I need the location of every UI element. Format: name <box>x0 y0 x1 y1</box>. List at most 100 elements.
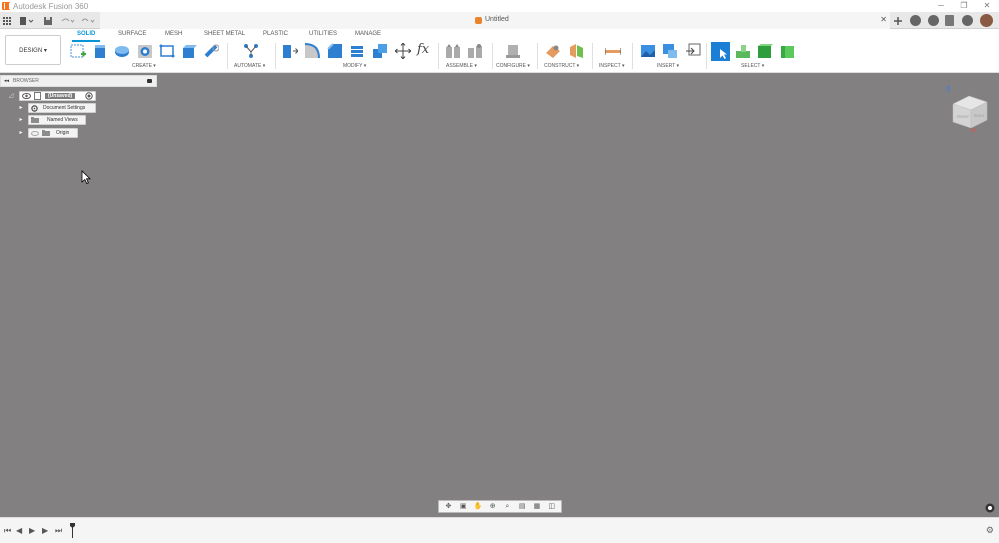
tree-item-origin[interactable]: Origin <box>28 128 78 138</box>
window-title: Autodesk Fusion 360 <box>13 1 89 11</box>
tab-sheet-metal[interactable]: SHEET METAL <box>204 31 245 37</box>
help-icon[interactable] <box>962 15 973 26</box>
minimize-button[interactable]: ─ <box>930 0 952 12</box>
step-back-icon[interactable]: ◀ <box>16 526 22 535</box>
save-icon[interactable] <box>42 14 53 27</box>
go-to-start-icon[interactable]: ⏮ <box>4 526 11 536</box>
timeline-marker[interactable] <box>70 523 75 538</box>
navigation-bar: ✥ ▣ ✋ ⊕ ⌕ ▤ ▦ ◫ <box>438 500 562 513</box>
hidden-eye-icon[interactable] <box>31 130 39 136</box>
expand-root-icon[interactable]: ◿ <box>8 93 14 99</box>
comments-icon[interactable] <box>985 503 995 513</box>
measure-icon[interactable] <box>605 43 621 59</box>
extensions-icon[interactable] <box>910 15 921 26</box>
new-component-icon[interactable] <box>445 43 461 59</box>
pan-icon[interactable]: ✋ <box>473 503 483 511</box>
tab-plastic[interactable]: PLASTIC <box>263 31 288 37</box>
box-icon[interactable] <box>181 43 197 59</box>
file-menu-icon[interactable] <box>18 14 36 27</box>
move-icon[interactable] <box>395 43 411 59</box>
combine-icon[interactable] <box>372 43 388 59</box>
press-pull-icon[interactable] <box>282 43 298 59</box>
workspace-switcher-button[interactable]: DESIGN ▾ <box>5 35 61 65</box>
extrude-icon[interactable] <box>92 43 108 59</box>
assemble-group-label[interactable]: ASSEMBLE ▾ <box>446 63 477 69</box>
expand-origin-icon[interactable]: ▸ <box>18 130 24 136</box>
sweep-icon[interactable] <box>137 43 153 59</box>
tab-utilities[interactable]: UTILITIES <box>309 31 337 37</box>
offset-plane-icon[interactable] <box>545 43 561 59</box>
fit-icon[interactable]: ⌕ <box>503 503 512 511</box>
automate-group-label[interactable]: AUTOMATE ▾ <box>234 63 265 69</box>
tab-solid[interactable]: SOLID <box>77 31 95 37</box>
tab-manage[interactable]: MANAGE <box>355 31 381 37</box>
select-priority-icon[interactable] <box>735 43 751 59</box>
construct-group-label[interactable]: CONSTRUCT ▾ <box>544 63 579 69</box>
tree-item-label: Named Views <box>47 117 78 123</box>
separator <box>227 43 228 69</box>
apps-grid-icon[interactable] <box>2 14 12 27</box>
tree-item-document-settings[interactable]: Document Settings <box>28 103 96 113</box>
close-tab-button[interactable]: ✕ <box>880 15 887 24</box>
parameters-icon[interactable]: fx <box>417 42 433 58</box>
tree-root[interactable]: (Unsaved) <box>19 91 96 101</box>
collapse-browser-button[interactable]: ◂◂ <box>4 78 9 84</box>
restore-button[interactable]: ❐ <box>953 0 975 12</box>
step-forward-icon[interactable]: ▶ <box>42 526 48 535</box>
create-sketch-icon[interactable] <box>70 43 86 59</box>
undo-icon[interactable] <box>59 14 76 27</box>
user-avatar[interactable] <box>980 14 993 27</box>
active-tab-indicator <box>72 40 100 42</box>
new-tab-icon[interactable] <box>893 14 903 27</box>
job-status-icon[interactable] <box>928 15 939 26</box>
shell-icon[interactable] <box>349 43 365 59</box>
go-to-end-icon[interactable]: ⏭ <box>55 526 62 536</box>
joint-icon[interactable] <box>467 43 483 59</box>
tree-item-named-views[interactable]: Named Views <box>28 115 86 125</box>
select-body-icon[interactable] <box>757 43 773 59</box>
select-icon[interactable] <box>711 42 730 61</box>
modify-group-label[interactable]: MODIFY ▾ <box>343 63 366 69</box>
zoom-icon[interactable]: ⊕ <box>488 503 497 511</box>
look-at-icon[interactable]: ▣ <box>459 503 468 511</box>
close-window-button[interactable]: ✕ <box>976 0 998 12</box>
visibility-eye-icon[interactable] <box>22 93 31 99</box>
expand-document-settings-icon[interactable]: ▸ <box>18 105 24 111</box>
timeline-settings-icon[interactable]: ⚙ <box>986 525 994 536</box>
play-icon[interactable]: ▶ <box>29 526 35 535</box>
loft-icon[interactable] <box>159 43 175 59</box>
insert-derive-icon[interactable] <box>685 43 701 59</box>
plane-at-angle-icon[interactable] <box>568 43 584 59</box>
viewcube[interactable]: Z FRONT RIGHT X <box>943 82 991 134</box>
automate-icon[interactable] <box>243 43 259 59</box>
select-face-icon[interactable] <box>780 43 796 59</box>
configure-icon[interactable] <box>505 43 521 59</box>
fillet-icon[interactable] <box>304 43 320 59</box>
display-settings-icon[interactable]: ▤ <box>518 503 527 511</box>
insert-canvas-icon[interactable] <box>640 43 656 59</box>
insert-decal-icon[interactable] <box>662 43 678 59</box>
create-group-label[interactable]: CREATE ▾ <box>132 63 156 69</box>
activate-radio-icon[interactable] <box>85 92 93 100</box>
viewport-canvas[interactable] <box>0 73 999 517</box>
tab-mesh[interactable]: MESH <box>165 31 182 37</box>
redo-icon[interactable] <box>79 14 96 27</box>
orbit-icon[interactable]: ✥ <box>444 503 453 511</box>
inspect-group-label[interactable]: INSPECT ▾ <box>599 63 624 69</box>
insert-group-label[interactable]: INSERT ▾ <box>657 63 679 69</box>
document-tab[interactable]: Untitled ✕ <box>100 12 890 29</box>
browser-title: BROWSER <box>13 78 39 84</box>
grid-settings-icon[interactable]: ▦ <box>532 503 541 511</box>
pin-icon[interactable] <box>147 79 152 83</box>
browser-header[interactable]: ◂◂ BROWSER <box>0 75 157 87</box>
configure-group-label[interactable]: CONFIGURE ▾ <box>496 63 530 69</box>
notifications-icon[interactable] <box>945 15 954 26</box>
tab-surface[interactable]: SURFACE <box>118 31 146 37</box>
chamfer-icon[interactable] <box>327 43 343 59</box>
cylinder-icon[interactable] <box>203 43 219 59</box>
expand-named-views-icon[interactable]: ▸ <box>18 117 24 123</box>
tree-item-label: Document Settings <box>43 105 86 111</box>
select-group-label[interactable]: SELECT ▾ <box>741 63 764 69</box>
revolve-icon[interactable] <box>114 43 130 59</box>
viewports-icon[interactable]: ◫ <box>547 503 556 511</box>
